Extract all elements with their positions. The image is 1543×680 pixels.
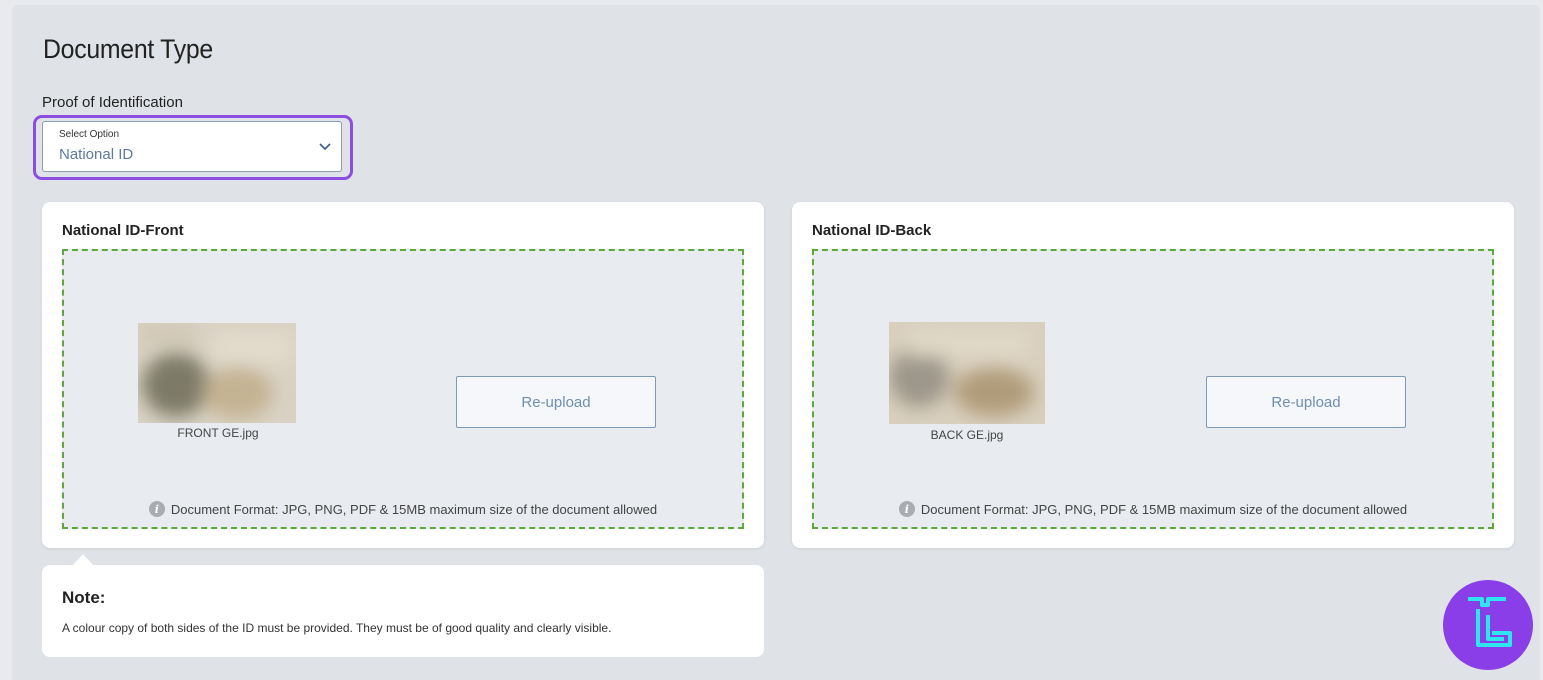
brand-logo-icon (1443, 580, 1533, 670)
document-type-select[interactable]: Select Option National ID (42, 121, 342, 172)
upload-dropzone[interactable]: FRONT GE.jpg Re-upload i Document Format… (62, 249, 744, 529)
card-title: National ID-Front (62, 222, 184, 239)
reupload-button[interactable]: Re-upload (456, 376, 656, 428)
reupload-button[interactable]: Re-upload (1206, 376, 1406, 428)
proof-of-identification-label: Proof of Identification (42, 94, 183, 111)
note-card: Note: A colour copy of both sides of the… (42, 565, 764, 657)
chevron-down-icon (319, 143, 331, 151)
format-info: i Document Format: JPG, PNG, PDF & 15MB … (814, 501, 1492, 517)
format-info: i Document Format: JPG, PNG, PDF & 15MB … (64, 501, 742, 517)
uploaded-image-thumbnail (138, 323, 296, 423)
select-caption: Select Option (59, 129, 120, 140)
upload-dropzone[interactable]: BACK GE.jpg Re-upload i Document Format:… (812, 249, 1494, 529)
card-title: National ID-Back (812, 222, 932, 239)
upload-card-back: National ID-Back BACK GE.jpg Re-upload i… (792, 202, 1514, 548)
select-value: National ID (59, 146, 134, 163)
note-title: Note: (62, 588, 106, 607)
info-icon: i (898, 501, 915, 517)
upload-card-front: National ID-Front FRONT GE.jpg Re-upload… (42, 202, 764, 548)
format-info-text: Document Format: JPG, PNG, PDF & 15MB ma… (920, 501, 1408, 517)
page-title: Document Type (43, 34, 213, 64)
uploaded-image-thumbnail (889, 322, 1045, 424)
info-icon: i (148, 501, 165, 517)
file-name: FRONT GE.jpg (177, 426, 259, 440)
note-text: A colour copy of both sides of the ID mu… (62, 621, 612, 635)
file-name: BACK GE.jpg (930, 428, 1004, 442)
format-info-text: Document Format: JPG, PNG, PDF & 15MB ma… (170, 501, 658, 517)
